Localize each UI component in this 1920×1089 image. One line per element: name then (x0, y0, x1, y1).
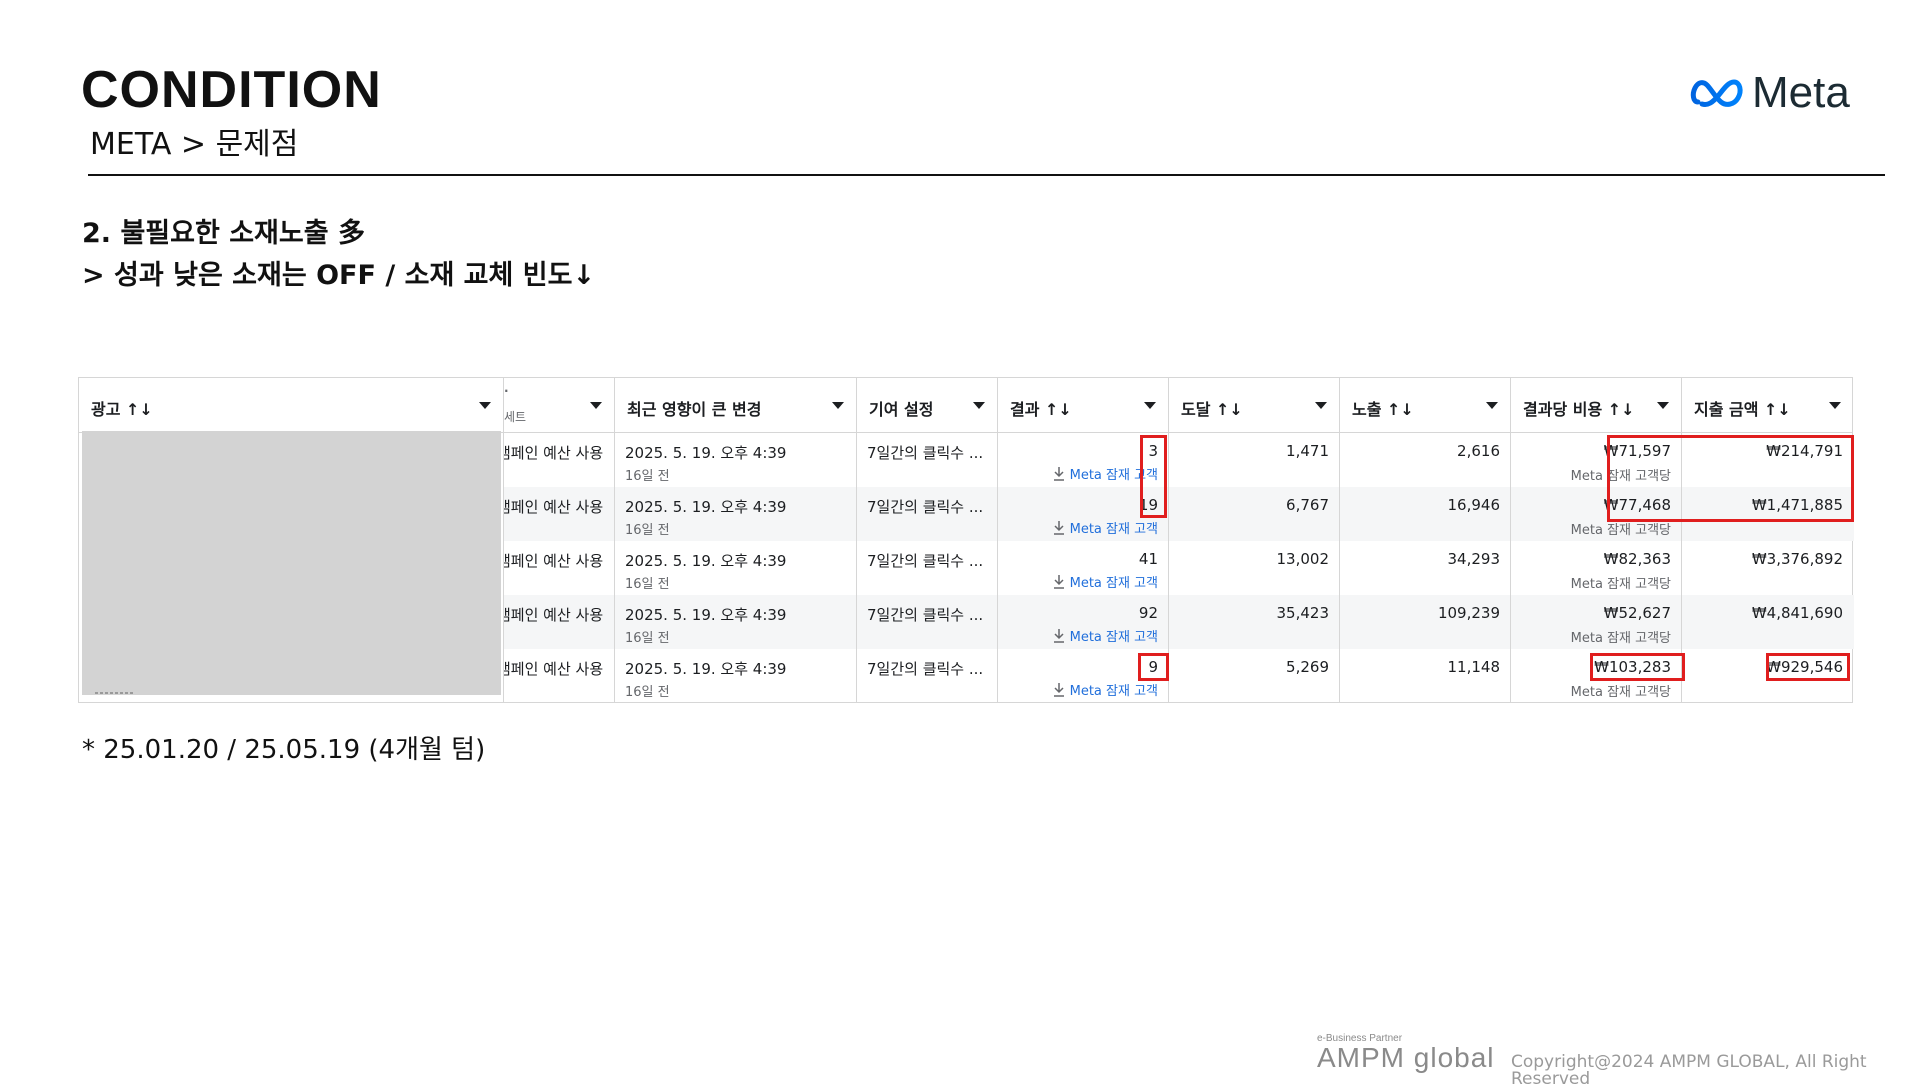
attribution-cell: 7일간의 클릭수 ... (857, 649, 998, 703)
meta-infinity-icon (1690, 79, 1743, 107)
recent-change-cell[interactable]: 2025. 5. 19. 오후 4:39 16일 전 (615, 541, 857, 595)
chevron-down-icon[interactable] (832, 402, 844, 409)
cost-per-result-cell: ₩52,627 Meta 잠재 고객당 (1511, 595, 1682, 649)
recent-change-cell[interactable]: 2025. 5. 19. 오후 4:39 16일 전 (615, 649, 857, 703)
column-header-recent-change[interactable]: 최근 영향이 큰 변경 (615, 378, 857, 432)
amount-spent-cell: ₩3,376,892 (1751, 550, 1843, 568)
meta-wordmark: Meta (1752, 68, 1850, 117)
ampm-logo: e-Business Partner AMPM global (1317, 1034, 1495, 1072)
chevron-down-icon[interactable] (973, 402, 985, 409)
section-heading: 2. 불필요한 소재노출 多 (82, 218, 365, 249)
impressions-cell: 34,293 (1340, 541, 1511, 595)
footnote: * 25.01.20 / 25.05.19 (4개월 텀) (82, 735, 486, 765)
budget-cell: 캠페인 예산 사용 (504, 595, 615, 649)
cost-per-result-cell: ₩71,597 Meta 잠재 고객당 (1511, 433, 1682, 487)
attribution-cell: 7일간의 클릭수 ... (857, 487, 998, 541)
impressions-cell: 16,946 (1340, 487, 1511, 541)
meta-logo: Meta (1690, 70, 1850, 116)
column-header-ad[interactable]: 광고 ↑↓ (79, 378, 504, 432)
header-divider (88, 174, 1885, 176)
column-header-adset[interactable]: · 세트 (504, 378, 615, 432)
table-row[interactable]: 캠페인 예산 사용 2025. 5. 19. 오후 4:39 16일 전 7일간의… (504, 487, 1854, 541)
impressions-cell: 11,148 (1340, 649, 1511, 703)
amount-spent-cell: ₩4,841,690 (1751, 604, 1843, 622)
chevron-down-icon[interactable] (1657, 402, 1669, 409)
column-header-results[interactable]: 결과 ↑↓ (998, 378, 1169, 432)
amount-spent-cell: ₩214,791 (1766, 442, 1843, 460)
cost-per-result-cell: ₩82,363 Meta 잠재 고객당 (1511, 541, 1682, 595)
chevron-down-icon[interactable] (479, 402, 491, 409)
budget-cell: 캠페인 예산 사용 (504, 649, 615, 703)
column-header-impressions[interactable]: 노출 ↑↓ (1340, 378, 1511, 432)
chevron-down-icon[interactable] (1486, 402, 1498, 409)
budget-cell: 캠페인 예산 사용 (504, 541, 615, 595)
results-cell: 9 Meta 잠재 고객 (998, 649, 1169, 703)
section-subheading: > 성과 낮은 소재는 OFF / 소재 교체 빈도↓ (82, 260, 596, 291)
impressions-cell: 109,239 (1340, 595, 1511, 649)
results-cell: 92 Meta 잠재 고객 (998, 595, 1169, 649)
breadcrumb: META > 문제점 (90, 127, 299, 162)
download-icon (1053, 574, 1064, 589)
column-header-attribution[interactable]: 기여 설정 (857, 378, 998, 432)
brand-name: AMPM global (1317, 1042, 1495, 1073)
redacted-scribble (95, 692, 135, 694)
attribution-cell: 7일간의 클릭수 ... (857, 541, 998, 595)
column-header-amount-spent[interactable]: 지출 금액 ↑↓ (1682, 378, 1853, 432)
download-icon (1053, 682, 1064, 697)
column-header-adset-label: 세트 (504, 410, 527, 424)
copyright: Copyright@2024 AMPM GLOBAL, All Right Re… (1511, 1052, 1867, 1089)
column-header-reach[interactable]: 도달 ↑↓ (1169, 378, 1340, 432)
column-header-cost-per-result[interactable]: 결과당 비용 ↑↓ (1511, 378, 1682, 432)
table-row[interactable]: 캠페인 예산 사용 2025. 5. 19. 오후 4:39 16일 전 7일간의… (504, 595, 1854, 649)
ads-table: 광고 ↑↓ · 세트 최근 영향이 큰 변경 기여 설정 결과 ↑↓ 도달 ↑↓… (78, 377, 1854, 703)
results-link[interactable]: Meta 잠재 고객 (1052, 572, 1158, 591)
cost-per-result-cell: ₩103,283 Meta 잠재 고객당 (1511, 649, 1682, 703)
results-link[interactable]: Meta 잠재 고객 (1052, 518, 1158, 537)
attribution-cell: 7일간의 클릭수 ... (857, 433, 998, 487)
budget-cell: 캠페인 예산 사용 (504, 433, 615, 487)
amount-spent-cell: ₩929,546 (1766, 658, 1843, 676)
budget-cell: 캠페인 예산 사용 (504, 487, 615, 541)
amount-spent-cell: ₩1,471,885 (1751, 496, 1843, 514)
recent-change-cell[interactable]: 2025. 5. 19. 오후 4:39 16일 전 (615, 595, 857, 649)
page-title: CONDITION (81, 61, 382, 119)
cost-per-result-cell: ₩77,468 Meta 잠재 고객당 (1511, 487, 1682, 541)
results-link[interactable]: Meta 잠재 고객 (1052, 680, 1158, 699)
impressions-cell: 2,616 (1340, 433, 1511, 487)
download-icon (1053, 520, 1064, 535)
download-icon (1053, 628, 1064, 643)
table-row[interactable]: 캠페인 예산 사용 2025. 5. 19. 오후 4:39 16일 전 7일간의… (504, 433, 1854, 487)
redacted-ad-names (82, 431, 501, 695)
results-cell: 41 Meta 잠재 고객 (998, 541, 1169, 595)
results-cell: 19 Meta 잠재 고객 (998, 487, 1169, 541)
attribution-cell: 7일간의 클릭수 ... (857, 595, 998, 649)
chevron-down-icon[interactable] (590, 402, 602, 409)
download-icon (1053, 466, 1064, 481)
chevron-down-icon[interactable] (1315, 402, 1327, 409)
table-header: 광고 ↑↓ · 세트 최근 영향이 큰 변경 기여 설정 결과 ↑↓ 도달 ↑↓… (79, 378, 1852, 433)
chevron-down-icon[interactable] (1144, 402, 1156, 409)
table-row[interactable]: 캠페인 예산 사용 2025. 5. 19. 오후 4:39 16일 전 7일간의… (504, 649, 1854, 703)
table-row[interactable]: 캠페인 예산 사용 2025. 5. 19. 오후 4:39 16일 전 7일간의… (504, 541, 1854, 595)
reach-cell: 1,471 (1169, 433, 1340, 487)
reach-cell: 13,002 (1169, 541, 1340, 595)
recent-change-cell[interactable]: 2025. 5. 19. 오후 4:39 16일 전 (615, 433, 857, 487)
reach-cell: 6,767 (1169, 487, 1340, 541)
results-cell: 3 Meta 잠재 고객 (998, 433, 1169, 487)
recent-change-cell[interactable]: 2025. 5. 19. 오후 4:39 16일 전 (615, 487, 857, 541)
reach-cell: 5,269 (1169, 649, 1340, 703)
reach-cell: 35,423 (1169, 595, 1340, 649)
results-link[interactable]: Meta 잠재 고객 (1052, 464, 1158, 483)
results-link[interactable]: Meta 잠재 고객 (1052, 626, 1158, 645)
chevron-down-icon[interactable] (1829, 402, 1841, 409)
